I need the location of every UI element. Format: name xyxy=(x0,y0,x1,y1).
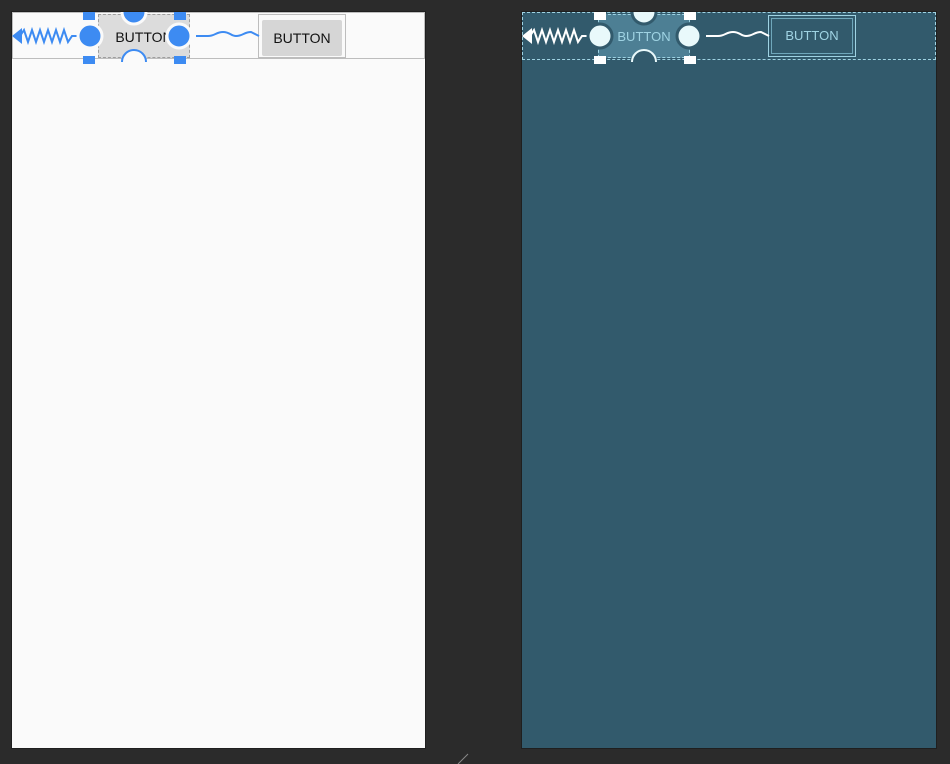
blueprint-selected-button[interactable]: BUTTON xyxy=(598,14,690,58)
blueprint-horizontal-container[interactable] xyxy=(522,12,936,60)
layout-editor-workspace: BUTTON BUTTON BUTTON BUTTON xyxy=(0,0,950,764)
selected-button[interactable]: BUTTON xyxy=(98,14,190,58)
blueprint-surface[interactable]: BUTTON BUTTON xyxy=(522,12,936,748)
resize-grip-icon[interactable] xyxy=(455,752,469,764)
blueprint-second-button-bounds[interactable]: BUTTON xyxy=(768,15,856,57)
blueprint-second-button[interactable]: BUTTON xyxy=(771,18,853,54)
second-button[interactable]: BUTTON xyxy=(262,20,342,56)
second-button-bounds[interactable]: BUTTON xyxy=(258,14,346,58)
horizontal-container[interactable] xyxy=(12,12,425,59)
design-surface[interactable]: BUTTON BUTTON xyxy=(12,12,425,748)
